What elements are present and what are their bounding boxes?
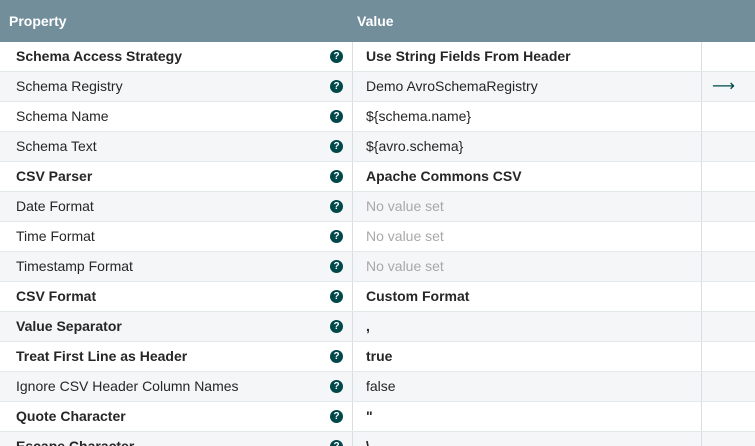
column-divider (352, 402, 353, 431)
column-divider (701, 252, 702, 281)
property-value[interactable]: Apache Commons CSV (366, 162, 522, 191)
property-value[interactable]: \ (366, 432, 370, 446)
property-value[interactable]: Use String Fields From Header (366, 42, 571, 71)
help-icon[interactable]: ? (330, 380, 343, 393)
table-header: Property Value (0, 0, 755, 42)
property-value[interactable]: , (366, 312, 370, 341)
property-value[interactable]: true (366, 342, 392, 371)
column-divider (701, 372, 702, 401)
table-row[interactable]: Ignore CSV Header Column Names? false (0, 372, 755, 402)
column-divider (352, 132, 353, 161)
table-row[interactable]: Schema Text? ${avro.schema} (0, 132, 755, 162)
help-icon[interactable]: ? (330, 320, 343, 333)
column-divider (352, 312, 353, 341)
column-divider (701, 282, 702, 311)
column-divider (352, 282, 353, 311)
column-divider (352, 372, 353, 401)
column-divider (352, 342, 353, 371)
property-value[interactable]: Custom Format (366, 282, 469, 311)
property-name: Ignore CSV Header Column Names (16, 378, 239, 394)
table-row[interactable]: CSV Format? Custom Format (0, 282, 755, 312)
table-row[interactable]: Time Format? No value set (0, 222, 755, 252)
column-divider (352, 162, 353, 191)
column-divider (352, 432, 353, 446)
table-row[interactable]: Schema Registry? Demo AvroSchemaRegistry ⟶ (0, 72, 755, 102)
property-value[interactable]: ${avro.schema} (366, 132, 463, 161)
table-row[interactable]: CSV Parser? Apache Commons CSV (0, 162, 755, 192)
property-value[interactable]: " (366, 402, 373, 431)
column-divider (352, 252, 353, 281)
table-row[interactable]: Timestamp Format? No value set (0, 252, 755, 282)
column-header-value[interactable]: Value (357, 0, 394, 42)
help-icon[interactable]: ? (330, 50, 343, 63)
property-name: Time Format (16, 228, 95, 244)
help-icon[interactable]: ? (330, 230, 343, 243)
column-divider (701, 402, 702, 431)
property-name: Schema Access Strategy (16, 48, 183, 64)
property-rows: Schema Access Strategy? Use String Fields… (0, 42, 755, 446)
property-name: Quote Character (16, 408, 126, 424)
property-value[interactable]: ${schema.name} (366, 102, 471, 131)
property-value[interactable]: No value set (366, 222, 444, 251)
property-name: Schema Text (16, 138, 97, 154)
column-divider (701, 432, 702, 446)
properties-table: Property Value Schema Access Strategy? Us… (0, 0, 755, 446)
property-value[interactable]: No value set (366, 252, 444, 281)
property-name: Date Format (16, 198, 94, 214)
column-divider (701, 42, 702, 71)
help-icon[interactable]: ? (330, 170, 343, 183)
property-value[interactable]: No value set (366, 192, 444, 221)
help-icon[interactable]: ? (330, 440, 343, 446)
property-name: Treat First Line as Header (16, 348, 188, 364)
help-icon[interactable]: ? (330, 140, 343, 153)
help-icon[interactable]: ? (330, 350, 343, 363)
help-icon[interactable]: ? (330, 260, 343, 273)
go-to-service-arrow-icon[interactable]: ⟶ (712, 78, 735, 94)
property-name: Schema Registry (16, 78, 123, 94)
help-icon[interactable]: ? (330, 200, 343, 213)
help-icon[interactable]: ? (330, 80, 343, 93)
column-header-property[interactable]: Property (9, 0, 67, 42)
property-name: CSV Format (16, 288, 97, 304)
column-divider (701, 162, 702, 191)
property-name: Timestamp Format (16, 258, 133, 274)
table-row[interactable]: Treat First Line as Header? true (0, 342, 755, 372)
help-icon[interactable]: ? (330, 290, 343, 303)
table-row[interactable]: Schema Name? ${schema.name} (0, 102, 755, 132)
column-divider (701, 192, 702, 221)
column-divider (352, 72, 353, 101)
column-divider (701, 132, 702, 161)
column-divider (701, 102, 702, 131)
column-divider (352, 222, 353, 251)
table-row[interactable]: Value Separator?, (0, 312, 755, 342)
column-divider (701, 222, 702, 251)
column-divider (701, 72, 702, 101)
column-divider (352, 42, 353, 71)
property-name: Value Separator (16, 318, 122, 334)
column-divider (701, 312, 702, 341)
help-icon[interactable]: ? (330, 410, 343, 423)
column-divider (352, 102, 353, 131)
table-row[interactable]: Schema Access Strategy? Use String Fields… (0, 42, 755, 72)
table-row[interactable]: Escape Character? \ (0, 432, 755, 446)
property-name: Schema Name (16, 108, 109, 124)
column-divider (701, 342, 702, 371)
property-name: CSV Parser (16, 168, 93, 184)
property-value[interactable]: Demo AvroSchemaRegistry (366, 72, 538, 101)
property-value[interactable]: false (366, 372, 396, 401)
table-row[interactable]: Quote Character? " (0, 402, 755, 432)
column-divider (352, 192, 353, 221)
table-row[interactable]: Date Format? No value set (0, 192, 755, 222)
help-icon[interactable]: ? (330, 110, 343, 123)
property-name: Escape Character (16, 438, 135, 446)
